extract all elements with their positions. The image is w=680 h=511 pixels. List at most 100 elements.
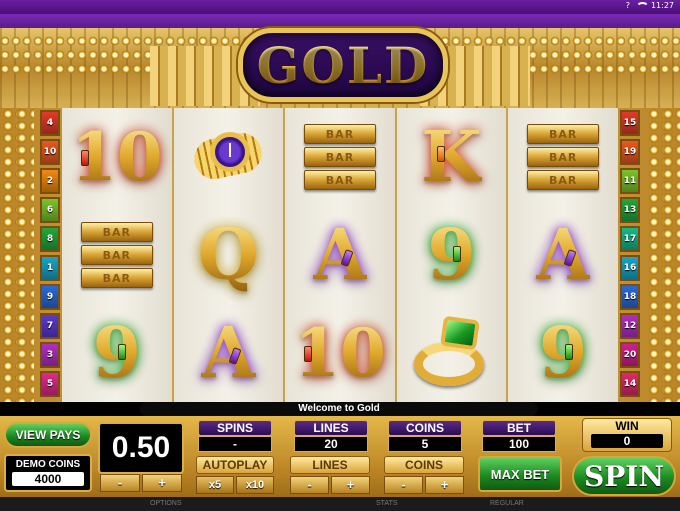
payline-indicator[interactable]: 1 [40,255,60,281]
payline-indicator[interactable]: 12 [620,313,640,339]
spin-button[interactable]: SPIN [572,456,676,496]
gem-icon [564,344,573,360]
lines-minus-button[interactable]: - [290,476,329,494]
symbol-glyph: A [312,213,368,296]
symbol-glyph: Q [197,213,259,296]
coin-value: 0.50 [111,431,171,464]
reel-5: BAR BAR BAR A 9 [508,108,618,402]
reel-symbol-gold-watch-icon [174,108,284,206]
coins-plus-button[interactable]: + [425,476,464,494]
bar-plate: BAR [80,268,153,288]
reel-grid: 10 BAR BAR BAR 9 Q A BAR BAR BAR A 10 K 9 BAR BAR BAR A 9 [62,108,618,402]
payline-indicator[interactable]: 2 [40,168,60,194]
lines-plus-button[interactable]: + [331,476,370,494]
payline-indicator[interactable]: 19 [620,139,640,165]
bar-plate: BAR [527,124,600,144]
bet-value: 100 [482,436,556,452]
reel-symbol-triple-bar-icon: BAR BAR BAR [285,108,395,206]
reel-symbol-king-orange-gem-icon: K [397,108,507,206]
message-bar: Welcome to Gold [140,402,538,416]
demo-coins-panel: DEMO COINS 4000 [4,454,92,492]
symbol-glyph: 9 [538,311,588,394]
coins-minus-button[interactable]: - [384,476,423,494]
payline-indicators-left: 4 10 2 6 8 1 9 7 3 5 [40,110,60,400]
symbol-glyph: K [421,115,482,198]
regular-link[interactable]: REGULAR [490,500,524,507]
payline-indicator[interactable]: 15 [620,110,640,136]
win-label: WIN [615,419,639,433]
payline-indicator[interactable]: 3 [40,342,60,368]
payline-indicator[interactable]: 7 [40,313,60,339]
coins-value: 5 [388,436,462,452]
payline-indicator[interactable]: 4 [40,110,60,136]
gem-icon [118,344,127,360]
payline-indicator[interactable]: 13 [620,197,640,223]
reels-frame: 4 10 2 6 8 1 9 7 3 5 15 19 11 13 17 16 18 12 20 14 10 BAR BA… [0,108,680,402]
bar-plate: BAR [527,170,600,190]
max-bet-button[interactable]: MAX BET [478,456,562,492]
payline-indicator[interactable]: 5 [40,371,60,397]
help-icon[interactable]: ? [626,1,630,10]
stats-link[interactable]: STATS [376,500,398,507]
reel-symbol-ace-purple-gem-icon: A [174,304,284,402]
view-pays-button[interactable]: VIEW PAYS [4,422,92,448]
status-indicators: ? 11:27 [626,1,674,10]
reel-symbol-ace-purple-gem-icon: A [285,206,395,304]
logo-title: GOLD [256,35,430,95]
autoplay-x10-button[interactable]: x10 [236,476,274,494]
reel-2: QA [173,108,284,402]
payline-indicator[interactable]: 17 [620,226,640,252]
autoplay-x5-button[interactable]: x5 [196,476,234,494]
symbol-glyph: A [536,213,591,296]
spins-value: - [198,436,272,452]
demo-coins-value: 4000 [12,472,84,486]
payline-indicator[interactable]: 16 [620,255,640,281]
header-band [0,14,680,28]
reel-symbol-nine-green-gem-icon: 9 [62,304,172,402]
reel-symbol-triple-bar-icon: BAR BAR BAR [508,108,618,206]
reel-symbol-nine-green-gem-icon: 9 [397,206,507,304]
autoplay-button[interactable]: AUTOPLAY [196,456,274,474]
bar-plate: BAR [80,222,153,242]
payline-indicator[interactable]: 6 [40,197,60,223]
bar-plate: BAR [303,170,376,190]
side-lights-left [16,108,34,402]
lines-label: LINES [294,420,368,436]
payline-indicator[interactable]: 9 [40,284,60,310]
coin-value-plus-button[interactable]: + [142,474,182,492]
bar-plate: BAR [303,124,376,144]
lines-adjust-label: LINES [290,456,370,474]
lines-value: 20 [294,436,368,452]
payline-indicator[interactable]: 10 [40,139,60,165]
coin-value-minus-button[interactable]: - [100,474,140,492]
payline-indicator[interactable]: 20 [620,342,640,368]
coin-value-display: 0.50 [98,422,184,474]
wifi-icon [635,1,649,10]
win-panel: WIN 0 [582,418,672,452]
gem-icon [453,246,462,262]
win-value: 0 [591,434,663,448]
spins-label: SPINS [198,420,272,436]
bar-plate: BAR [80,245,153,265]
reel-symbol-emerald-ring-icon [397,304,507,402]
reel-symbol-ten-red-gem-icon: 10 [285,304,395,402]
gem-icon [80,150,89,166]
game-logo: GOLD [238,28,448,102]
payline-indicator[interactable]: 14 [620,371,640,397]
options-link[interactable]: OPTIONS [150,500,182,507]
coins-label: COINS [388,420,462,436]
bar-plate: BAR [303,147,376,167]
reel-4: K9 [396,108,507,402]
payline-indicator[interactable]: 11 [620,168,640,194]
side-lights-right [662,108,680,402]
demo-coins-label: DEMO COINS [15,459,81,470]
payline-indicators-right: 15 19 11 13 17 16 18 12 20 14 [620,110,640,400]
gem-icon [437,146,446,162]
symbol-glyph: 9 [427,213,476,296]
symbol-glyph: A [201,311,256,394]
reel-symbol-triple-bar-icon: BAR BAR BAR [62,206,172,304]
payline-indicator[interactable]: 18 [620,284,640,310]
status-bar: ? 11:27 [0,0,680,14]
payline-indicator[interactable]: 8 [40,226,60,252]
bet-label: BET [482,420,556,436]
